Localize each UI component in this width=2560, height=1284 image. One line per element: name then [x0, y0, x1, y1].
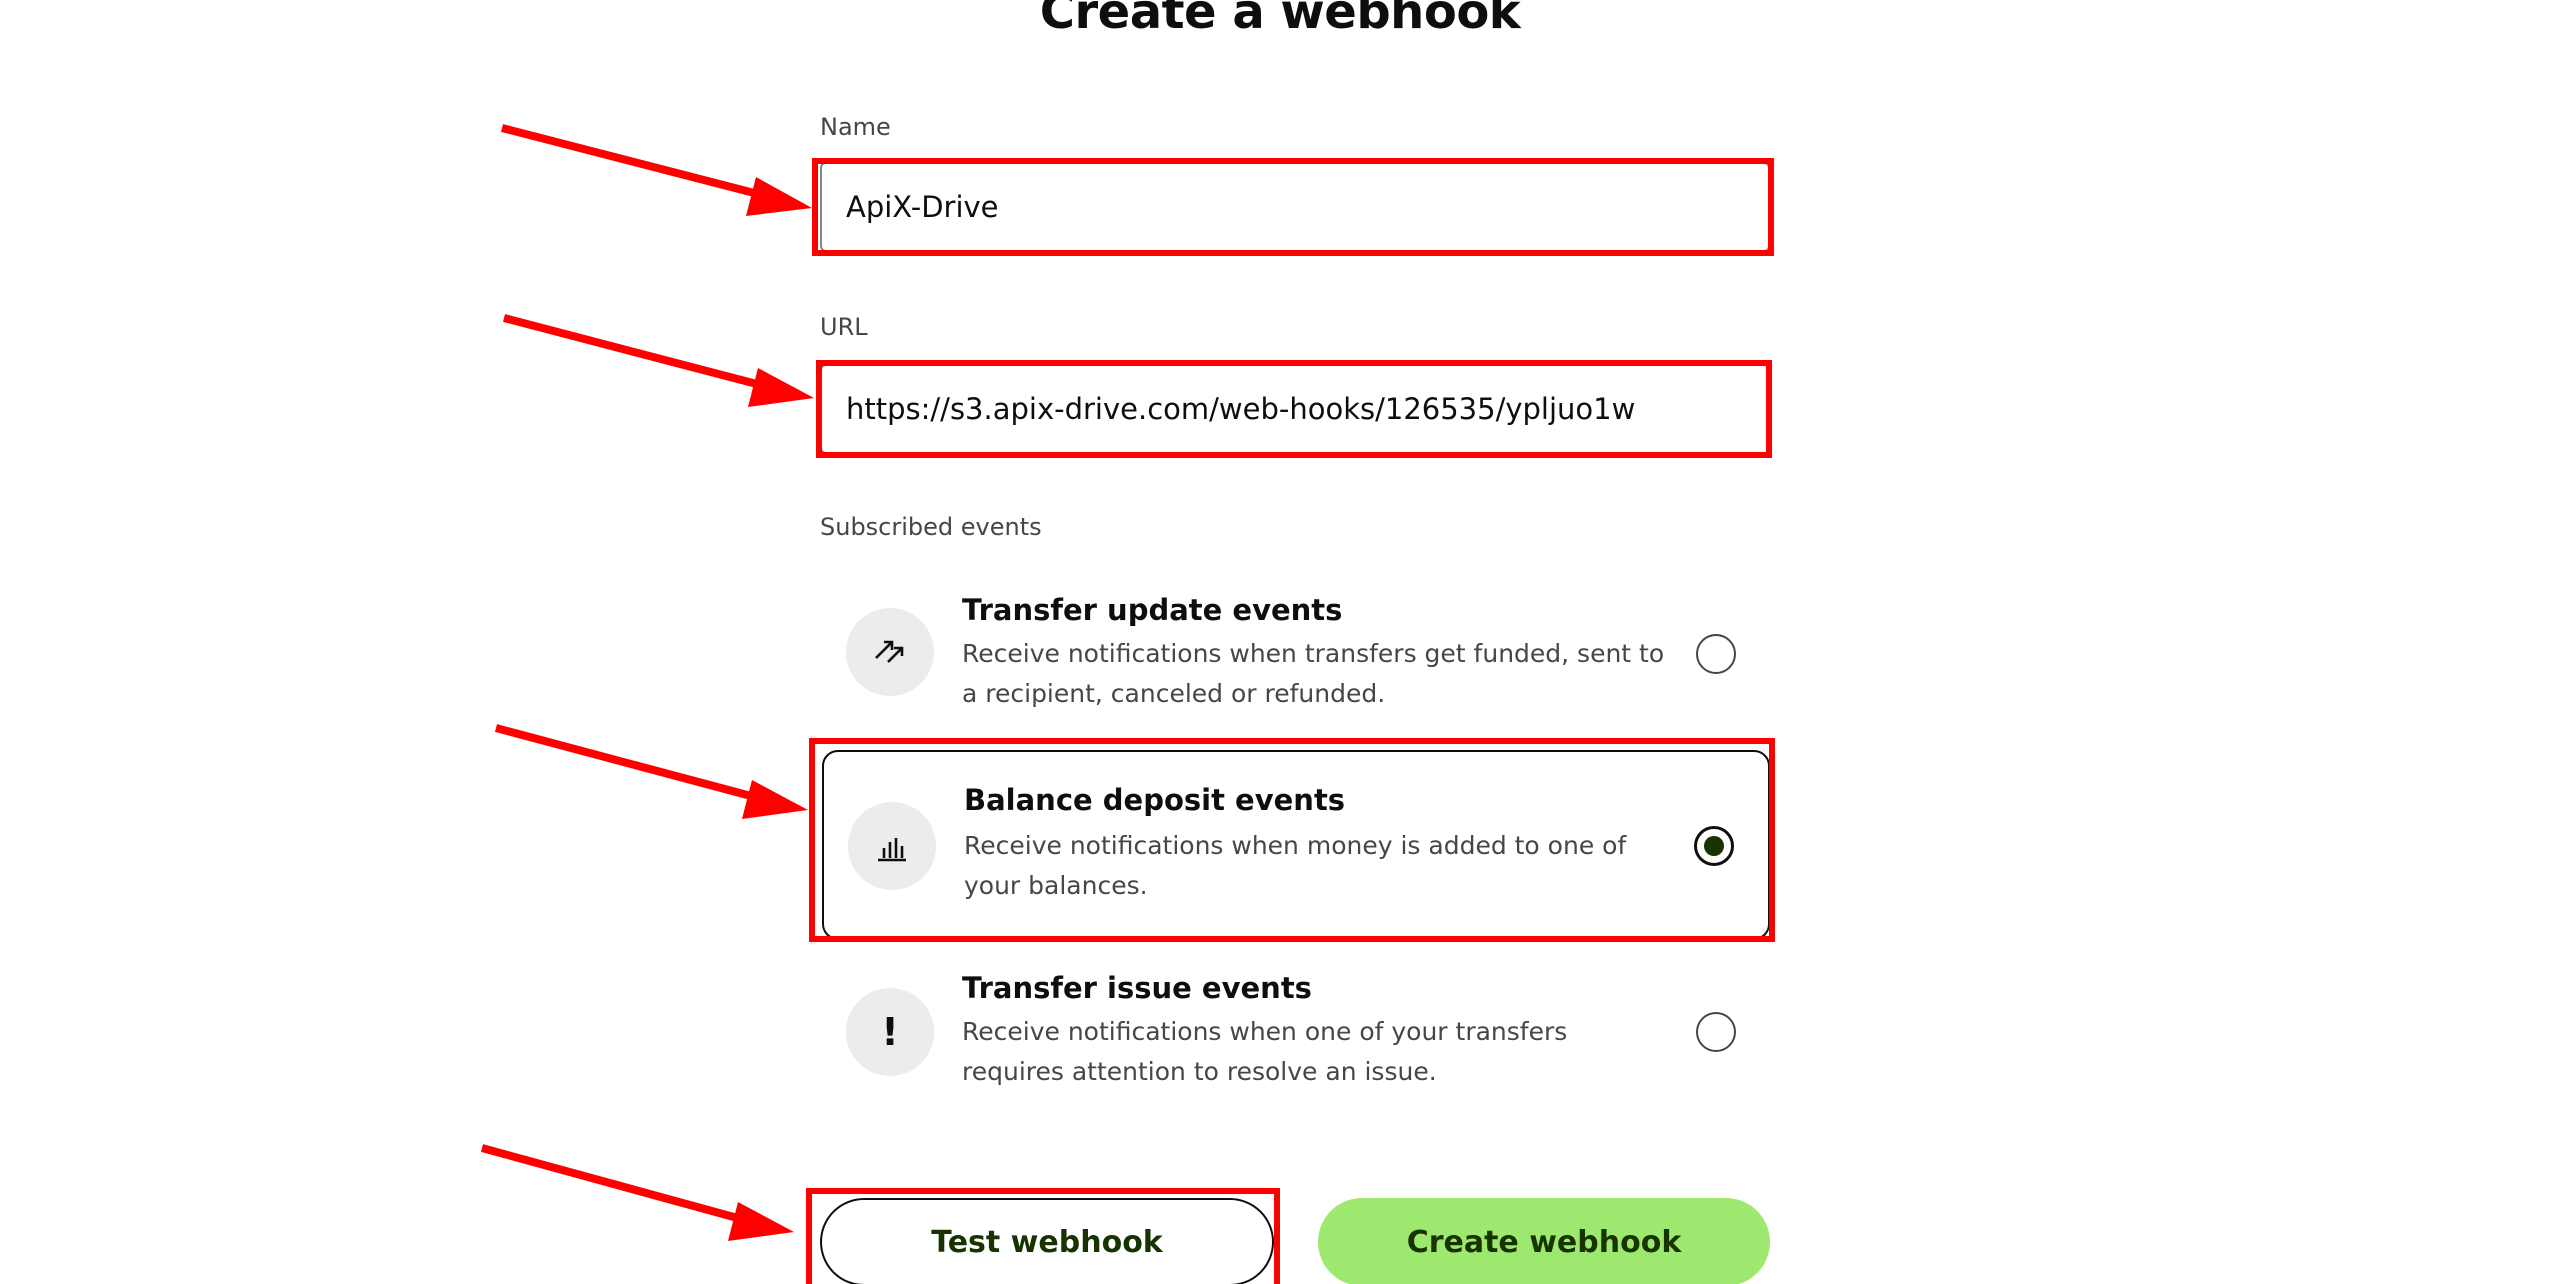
event-radio[interactable]: [1696, 634, 1736, 674]
create-webhook-page: Create a webhook Name ApiX-Drive URL htt…: [0, 0, 2560, 1284]
event-option-transfer-update[interactable]: Transfer update events Receive notificat…: [822, 572, 1770, 732]
event-description: Receive notifications when one of your t…: [962, 1017, 1568, 1086]
event-title: Transfer update events: [962, 593, 1343, 627]
event-description: Receive notifications when transfers get…: [962, 639, 1665, 708]
event-option-transfer-issue[interactable]: ! Transfer issue events Receive notifica…: [822, 952, 1770, 1112]
name-input[interactable]: ApiX-Drive: [820, 162, 1770, 252]
radio-selected-dot: [1704, 836, 1724, 856]
arrow-name-field: [501, 124, 812, 216]
name-label: Name: [820, 113, 891, 141]
create-webhook-button[interactable]: Create webhook: [1318, 1198, 1770, 1284]
arrow-url-field: [502, 314, 814, 407]
url-input[interactable]: https://s3.apix-drive.com/web-hooks/1265…: [820, 364, 1770, 454]
event-description: Receive notifications when money is adde…: [964, 831, 1627, 900]
test-webhook-button[interactable]: Test webhook: [820, 1198, 1274, 1284]
event-radio-selected[interactable]: [1694, 826, 1734, 866]
event-title: Balance deposit events: [964, 783, 1346, 817]
arrow-test-button: [480, 1144, 794, 1241]
event-radio[interactable]: [1696, 1012, 1736, 1052]
event-option-balance-deposit[interactable]: Balance deposit events Receive notificat…: [822, 750, 1770, 940]
exclamation-icon: !: [846, 988, 934, 1076]
event-title: Transfer issue events: [962, 971, 1312, 1005]
page-title: Create a webhook: [1039, 0, 1521, 40]
url-input-value: https://s3.apix-drive.com/web-hooks/1265…: [846, 392, 1636, 426]
name-input-value: ApiX-Drive: [846, 190, 999, 224]
url-label: URL: [820, 313, 868, 341]
bar-chart-icon: [848, 802, 936, 890]
arrow-balance-event: [494, 724, 808, 819]
transfer-arrows-icon: [846, 608, 934, 696]
subscribed-events-label: Subscribed events: [820, 513, 1042, 541]
